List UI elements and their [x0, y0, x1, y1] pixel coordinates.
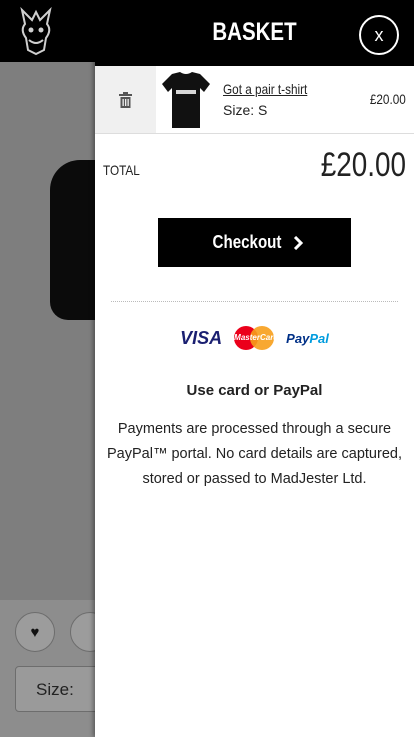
item-thumbnail[interactable]	[158, 70, 214, 130]
payment-logos: VISA MasterCard PayPal	[95, 326, 414, 350]
chevron-right-icon	[293, 235, 303, 250]
payment-info-text: Payments are processed through a secure …	[107, 421, 402, 487]
total-value: £20.00	[320, 146, 406, 184]
remove-item-button[interactable]	[95, 66, 156, 133]
total-label: TOTAL	[103, 162, 140, 178]
paypal-logo: PayPal	[286, 330, 329, 346]
item-name-link[interactable]: Got a pair t-shirt	[223, 81, 307, 97]
jester-logo-icon[interactable]	[14, 6, 58, 56]
basket-header: BASKET x	[95, 0, 414, 66]
payment-heading: Use card or PayPal	[186, 382, 323, 399]
basket-title: BASKET	[212, 18, 297, 46]
trash-icon	[119, 91, 132, 108]
basket-drawer: BASKET x Got a pair t-shirt Size: S £20.…	[95, 0, 414, 737]
total-row: TOTAL £20.00	[95, 134, 414, 196]
basket-item: Got a pair t-shirt Size: S £20.00	[95, 66, 414, 134]
checkout-label: Checkout	[213, 232, 282, 252]
heart-icon: ♥	[30, 623, 40, 641]
visa-logo: VISA	[180, 327, 223, 348]
mastercard-logo: MasterCard	[234, 326, 278, 350]
divider	[111, 301, 398, 302]
close-button[interactable]: x	[359, 15, 399, 55]
close-label: x	[374, 24, 384, 45]
item-price: £20.00	[370, 91, 406, 107]
item-size: Size: S	[223, 102, 268, 118]
wishlist-button[interactable]: ♥	[15, 612, 55, 652]
checkout-button[interactable]: Checkout	[158, 218, 351, 267]
size-select-label: Size:	[36, 680, 74, 699]
